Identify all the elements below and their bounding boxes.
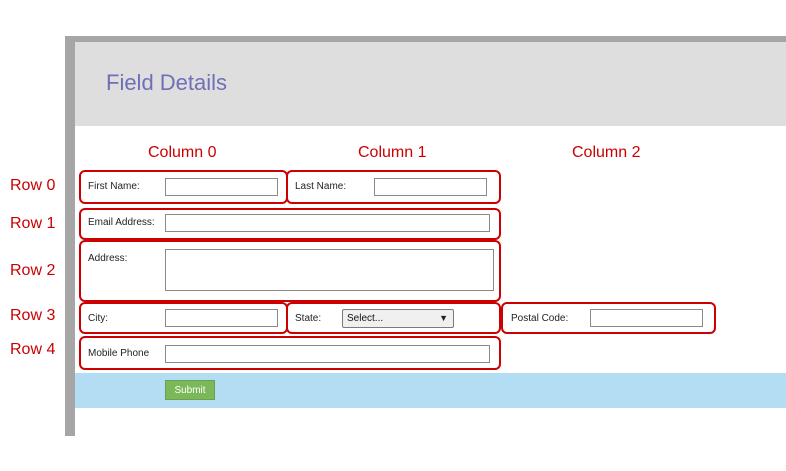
address-label: Address: [88, 253, 128, 264]
mobile-phone-input[interactable] [165, 345, 490, 363]
first-name-label: First Name: [88, 181, 140, 192]
row-4-label: Row 4 [10, 341, 56, 358]
state-select-value: Select... [347, 313, 384, 324]
postal-code-input[interactable] [590, 309, 703, 327]
postal-code-label: Postal Code: [511, 313, 569, 324]
frame-left-border [65, 36, 75, 436]
chevron-down-icon: ▼ [439, 313, 448, 323]
mobile-phone-label: Mobile Phone [88, 348, 150, 359]
first-name-input[interactable] [165, 178, 278, 196]
email-input[interactable] [165, 214, 490, 232]
row-0-label: Row 0 [10, 177, 56, 194]
column-2-label: Column 2 [572, 144, 641, 161]
column-0-label: Column 0 [148, 144, 217, 161]
last-name-input[interactable] [374, 178, 487, 196]
email-label: Email Address: [88, 217, 155, 228]
city-label: City: [88, 313, 108, 324]
column-1-label: Column 1 [358, 144, 427, 161]
city-input[interactable] [165, 309, 278, 327]
row-2-label: Row 2 [10, 262, 56, 279]
row-1-label: Row 1 [10, 215, 56, 232]
state-select[interactable]: Select... ▼ [342, 309, 454, 328]
row-3-label: Row 3 [10, 307, 56, 324]
last-name-label: Last Name: [295, 181, 347, 192]
submit-button[interactable]: Submit [165, 380, 215, 400]
frame-top-border [65, 36, 786, 42]
address-textarea[interactable] [165, 249, 494, 291]
state-label: State: [295, 313, 322, 324]
page-title: Field Details [106, 70, 228, 95]
